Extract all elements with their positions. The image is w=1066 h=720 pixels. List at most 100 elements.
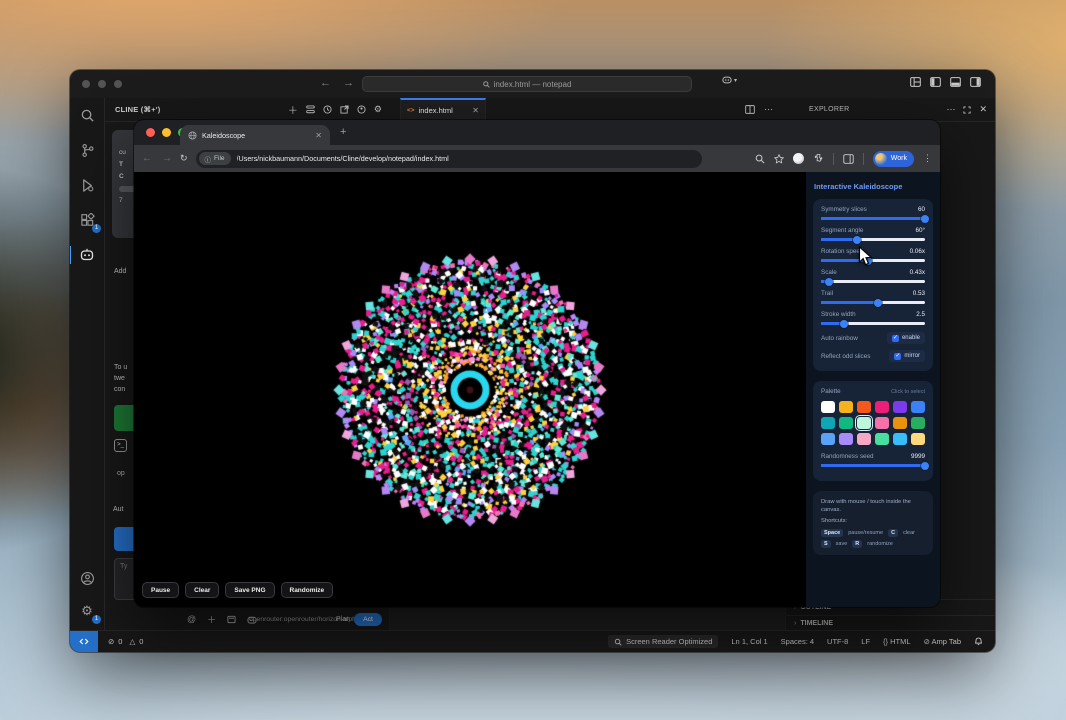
browser-menu-icon[interactable]: ⋮: [923, 153, 932, 164]
account-icon[interactable]: [76, 567, 98, 589]
mention-icon[interactable]: @: [187, 614, 196, 624]
palette-swatch[interactable]: [893, 433, 907, 445]
history-forward-icon[interactable]: →: [343, 77, 354, 89]
history-icon[interactable]: [323, 105, 332, 114]
zoom-icon[interactable]: [755, 154, 765, 164]
palette-swatch[interactable]: [875, 417, 889, 429]
palette-swatch[interactable]: [911, 417, 925, 429]
explorer-more-icon[interactable]: ⋯: [946, 104, 955, 115]
slider-track[interactable]: [821, 235, 925, 244]
palette-swatch[interactable]: [821, 417, 835, 429]
minimize-window-button[interactable]: [162, 128, 171, 137]
palette-swatch[interactable]: [893, 401, 907, 413]
run-debug-icon[interactable]: [76, 174, 98, 196]
new-tab-button[interactable]: +: [340, 127, 346, 138]
editor-more-actions-icon[interactable]: ⋯: [764, 104, 773, 115]
remote-indicator[interactable]: [70, 630, 98, 652]
extension-action-icon[interactable]: [792, 153, 804, 164]
tab-close-icon[interactable]: ✕: [472, 106, 479, 115]
plan-mode-toggle[interactable]: Plan: [336, 616, 350, 623]
panel-right-icon[interactable]: [970, 77, 981, 87]
slider-thumb[interactable]: [825, 277, 834, 286]
palette-swatch[interactable]: [821, 401, 835, 413]
kaleidoscope-canvas[interactable]: [134, 172, 806, 607]
settings-gear-icon[interactable]: ⚙ 1: [76, 600, 101, 624]
extensions-icon[interactable]: 1: [76, 209, 101, 233]
open-in-editor-icon[interactable]: [340, 105, 349, 114]
act-mode-toggle[interactable]: Act: [354, 612, 382, 626]
layout-grid-icon[interactable]: [910, 77, 921, 87]
slider-thumb[interactable]: [921, 461, 929, 470]
cursor-position-status[interactable]: Ln 1, Col 1: [731, 637, 767, 646]
palette-swatch[interactable]: [839, 433, 853, 445]
palette-swatch[interactable]: [911, 433, 925, 445]
notifications-bell-icon[interactable]: [974, 637, 983, 646]
palette-swatch[interactable]: [893, 417, 907, 429]
close-window-button[interactable]: [146, 128, 155, 137]
palette-swatch[interactable]: [839, 417, 853, 429]
copilot-menu[interactable]: ▾: [722, 76, 737, 84]
close-panel-icon[interactable]: ✕: [979, 104, 987, 115]
cline-activity-icon[interactable]: [70, 244, 98, 266]
browser-forward-icon[interactable]: →: [162, 153, 172, 164]
reload-icon[interactable]: ↻: [180, 153, 188, 164]
slider-thumb[interactable]: [853, 235, 862, 244]
palette-swatch[interactable]: [839, 401, 853, 413]
slider-track[interactable]: [821, 461, 929, 470]
mirror-checkbox[interactable]: ✓ mirror: [889, 350, 925, 362]
account-small-icon[interactable]: [357, 105, 366, 114]
language-mode-status[interactable]: {} HTML: [883, 637, 911, 646]
palette-swatch[interactable]: [875, 401, 889, 413]
command-center-search[interactable]: index.html — notepad: [362, 76, 692, 92]
add-context-icon[interactable]: ＋: [207, 613, 216, 626]
palette-swatch[interactable]: [821, 433, 835, 445]
tab-index-html[interactable]: <> index.html ✕: [400, 98, 486, 121]
mcp-servers-icon[interactable]: [306, 105, 315, 114]
palette-swatch[interactable]: [875, 433, 889, 445]
bookmark-star-icon[interactable]: [773, 153, 784, 164]
browser-back-icon[interactable]: ←: [142, 153, 152, 164]
pause-button[interactable]: Pause: [142, 582, 180, 598]
palette-swatch[interactable]: [857, 401, 871, 413]
clear-button[interactable]: Clear: [185, 582, 220, 598]
slider-track[interactable]: [821, 298, 925, 307]
slider-thumb[interactable]: [874, 298, 883, 307]
palette-swatch[interactable]: [855, 415, 873, 431]
panel-settings-icon[interactable]: ⚙: [374, 104, 382, 115]
split-editor-icon[interactable]: [745, 105, 755, 114]
vscode-traffic-lights[interactable]: [82, 80, 122, 88]
palette-swatch[interactable]: [911, 401, 925, 413]
profile-button[interactable]: Work: [872, 150, 914, 167]
extensions-puzzle-icon[interactable]: [813, 153, 824, 164]
slider-thumb[interactable]: [921, 214, 929, 223]
tab-close-icon[interactable]: ✕: [315, 131, 322, 140]
encoding-status[interactable]: UTF-8: [827, 637, 848, 646]
address-bar[interactable]: ⓘ File /Users/nickbaumann/Documents/Clin…: [195, 149, 702, 168]
slider-track[interactable]: [821, 319, 925, 328]
history-back-icon[interactable]: ←: [320, 77, 331, 89]
palette-swatch[interactable]: [857, 433, 871, 445]
timeline-section[interactable]: › TIMELINE: [786, 615, 995, 630]
panel-left-icon[interactable]: [930, 77, 941, 87]
search-activity-icon[interactable]: [76, 104, 98, 126]
screenshot-icon[interactable]: [227, 615, 236, 624]
amp-tab-status[interactable]: ⊘ Amp Tab: [924, 637, 961, 646]
new-task-icon[interactable]: ＋: [288, 102, 298, 117]
problems-status[interactable]: ⊘ 0 △ 0: [108, 637, 143, 646]
expand-icon[interactable]: [963, 105, 972, 114]
randomize-button[interactable]: Randomize: [280, 582, 334, 598]
file-scheme-chip[interactable]: ⓘ File: [198, 152, 231, 165]
slider-track[interactable]: [821, 277, 925, 286]
source-control-icon[interactable]: [76, 139, 98, 161]
browser-tab[interactable]: Kaleidoscope ✕: [180, 125, 330, 145]
side-panel-icon[interactable]: [843, 153, 854, 164]
indentation-status[interactable]: Spaces: 4: [781, 637, 814, 646]
eol-status[interactable]: LF: [861, 637, 870, 646]
panel-bottom-icon[interactable]: [950, 77, 961, 87]
slider-thumb[interactable]: [839, 319, 848, 328]
slider-track[interactable]: [821, 256, 925, 265]
save-png-button[interactable]: Save PNG: [225, 582, 275, 598]
screen-reader-status[interactable]: Screen Reader Optimized: [608, 635, 719, 648]
enable-checkbox[interactable]: ✓ enable: [886, 332, 925, 344]
slider-track[interactable]: [821, 214, 929, 223]
